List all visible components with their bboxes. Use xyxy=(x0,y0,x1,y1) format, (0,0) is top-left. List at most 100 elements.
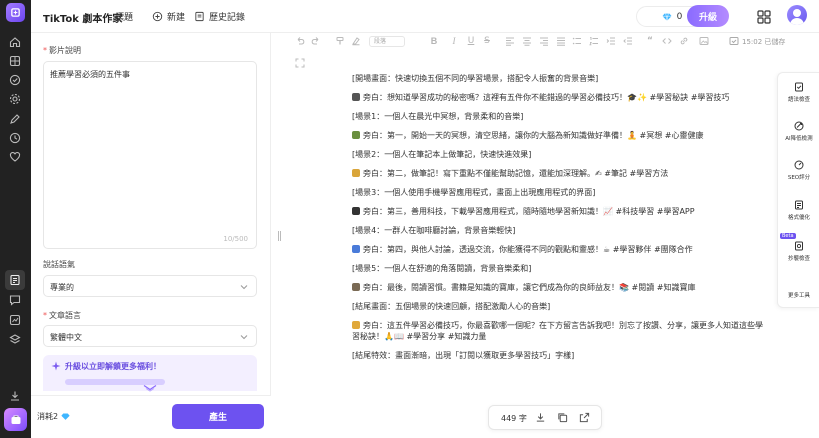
narration-line: 旁白：第一，開始一天的冥想，清空思緒，讓你的大腦為新知識做好準備！🧘 #冥想 #… xyxy=(352,130,772,141)
title-link-label: 標題 xyxy=(115,13,134,23)
gear-icon[interactable] xyxy=(9,93,21,105)
strikethrough-icon[interactable]: S xyxy=(482,36,492,46)
chevron-down-icon xyxy=(240,335,248,340)
history-icon[interactable] xyxy=(9,132,21,144)
ai-detect-icon xyxy=(794,121,804,131)
generate-button[interactable]: 產生 xyxy=(172,404,264,429)
download-icon[interactable] xyxy=(535,412,546,423)
app-logo[interactable] xyxy=(6,3,25,22)
speaker-emoji-icon xyxy=(352,207,360,215)
format-optimize-tool[interactable]: 格式優化 xyxy=(778,200,819,221)
book-check-icon xyxy=(795,82,803,92)
stack-icon[interactable] xyxy=(9,333,21,345)
numbered-list-icon[interactable] xyxy=(589,36,599,46)
brand-title: TikTok 劇本作家 xyxy=(43,14,123,25)
new-button[interactable]: 新建 xyxy=(152,10,185,23)
title-link[interactable]: 標題 xyxy=(115,10,133,23)
check-circle-icon[interactable] xyxy=(9,74,21,86)
editor-toolbar: 段落 B I U S “ 15:02 已儲存 xyxy=(281,33,819,68)
link-icon[interactable] xyxy=(679,36,689,46)
paragraph-text: 旁白：第三，善用科技，下載學習應用程式，隨時隨地學習新知識！📈 #科技學習 #學… xyxy=(363,207,695,216)
redo-icon[interactable] xyxy=(311,36,321,46)
align-left-icon[interactable] xyxy=(505,36,515,46)
language-label: * 文章語言 xyxy=(43,311,81,320)
chat-icon[interactable] xyxy=(9,294,21,306)
top-bar: TikTok 劇本作家 標題 新建 歷史記錄 0 升級 xyxy=(31,0,819,33)
paragraph-text: [結尾特效：畫面漸暗，出現「訂閱以獲取更多學習技巧」字樣] xyxy=(352,351,575,360)
align-justify-icon[interactable] xyxy=(556,36,566,46)
left-rail xyxy=(0,0,31,438)
fullscreen-icon[interactable] xyxy=(295,58,305,68)
underline-icon[interactable]: U xyxy=(466,36,476,46)
script-document[interactable]: [開場畫面：快速切換五個不同的學習場景，搭配令人振奮的背景音樂] 旁白：想知道學習… xyxy=(352,73,772,369)
grammar-check-tool[interactable]: 語法檢查 xyxy=(778,82,819,103)
image-icon[interactable] xyxy=(699,36,709,46)
copy-icon[interactable] xyxy=(557,412,568,423)
paragraph-text: [結尾畫面：五個場景的快速回顧，搭配激勵人心的音樂] xyxy=(352,302,551,311)
diamond-icon xyxy=(662,13,672,21)
apps-grid-icon[interactable] xyxy=(757,9,771,24)
outdent-icon[interactable] xyxy=(623,36,633,46)
history-button[interactable]: 歷史記錄 xyxy=(194,10,245,23)
share-icon[interactable] xyxy=(579,412,590,423)
credit-cost: 消耗2 xyxy=(37,411,70,422)
speaker-emoji-icon xyxy=(352,93,360,101)
scene-line: [場景2：一個人在筆記本上做筆記，快速快進效果] xyxy=(352,149,772,160)
calendar-check-icon xyxy=(729,36,740,46)
paragraph-text: 旁白：第二，做筆記！寫下重點不僅能幫助記憶，還能加深理解。✍ #筆記 #學習方法 xyxy=(363,169,669,178)
tone-select[interactable]: 專業的 xyxy=(43,275,257,297)
app-icon[interactable] xyxy=(4,408,27,431)
paragraph-text: [場景5：一個人在舒適的角落閱讀，背景音樂柔和] xyxy=(352,264,532,273)
quote-icon[interactable]: “ xyxy=(645,36,655,46)
form-panel: * 影片說明 推薦學習必須的五件事 10/500 說話語氣 專業的 * 文章語言 繁… xyxy=(31,33,271,438)
description-value: 推薦學習必須的五件事 xyxy=(50,70,130,79)
script-icon[interactable] xyxy=(5,270,25,290)
scroll-down-icon[interactable] xyxy=(143,384,157,392)
bullet-list-icon[interactable] xyxy=(572,36,582,46)
align-center-icon[interactable] xyxy=(522,36,532,46)
tone-label: 說話語氣 xyxy=(43,260,75,269)
new-label: 新建 xyxy=(167,13,186,23)
grid-icon[interactable] xyxy=(9,55,21,67)
narration-line: 旁白：第三，善用科技，下載學習應用程式，隨時隨地學習新知識！📈 #科技學習 #學… xyxy=(352,206,772,217)
resize-handle[interactable] xyxy=(278,231,281,241)
undo-icon[interactable] xyxy=(295,36,305,46)
description-textarea[interactable]: 推薦學習必須的五件事 10/500 xyxy=(43,61,257,249)
tone-value: 專業的 xyxy=(50,283,74,292)
format-icon xyxy=(795,200,803,210)
paint-format-icon[interactable] xyxy=(335,36,345,46)
language-select[interactable]: 繁體中文 xyxy=(43,325,257,347)
home-icon[interactable] xyxy=(9,36,21,48)
italic-icon[interactable]: I xyxy=(449,36,459,46)
clear-format-icon[interactable] xyxy=(351,36,361,46)
diamond-icon xyxy=(61,413,70,420)
heart-icon[interactable] xyxy=(9,151,21,163)
tool-label: SEO評分 xyxy=(787,175,811,181)
upgrade-button[interactable]: 升級 xyxy=(687,5,729,27)
align-right-icon[interactable] xyxy=(539,36,549,46)
language-label-text: 文章語言 xyxy=(49,311,81,320)
scene-line: [開場畫面：快速切換五個不同的學習場景，搭配令人振奮的背景音樂] xyxy=(352,73,772,84)
ai-detect-tool[interactable]: AI降低檢測 xyxy=(778,121,819,142)
history-label: 歷史記錄 xyxy=(209,13,246,23)
more-tools[interactable]: 更多工具 xyxy=(778,288,819,299)
download-icon[interactable] xyxy=(9,390,21,402)
plus-circle-icon xyxy=(152,11,163,22)
code-icon[interactable] xyxy=(662,36,672,46)
speaker-emoji-icon xyxy=(352,169,360,177)
chart-icon[interactable] xyxy=(9,314,21,326)
avatar[interactable] xyxy=(787,5,807,25)
credit-cost-text: 消耗2 xyxy=(37,412,59,421)
paragraph-style-select[interactable]: 段落 xyxy=(369,36,405,47)
pen-icon[interactable] xyxy=(9,113,21,125)
indent-icon[interactable] xyxy=(606,36,616,46)
tool-label: 語法檢查 xyxy=(787,97,810,103)
narration-line: 旁白：最後，閱讀習慣。書籍是知識的寶庫，讓它們成為你的良師益友！📚 #閱讀 #知… xyxy=(352,282,772,293)
word-count: 449 字 xyxy=(501,414,527,423)
chevron-down-icon xyxy=(240,285,248,290)
seo-score-tool[interactable]: SEO評分 xyxy=(778,160,819,181)
paragraph-text: 旁白：這五件學習必備技巧，你最喜歡哪一個呢？在下方留言告訴我吧！別忘了按讚、分享… xyxy=(352,321,763,341)
plagiarism-check-tool[interactable]: 抄襲檢查 xyxy=(778,241,819,262)
bold-icon[interactable]: B xyxy=(429,36,439,46)
narration-line: 旁白：第二，做筆記！寫下重點不僅能幫助記憶，還能加深理解。✍ #筆記 #學習方法 xyxy=(352,168,772,179)
